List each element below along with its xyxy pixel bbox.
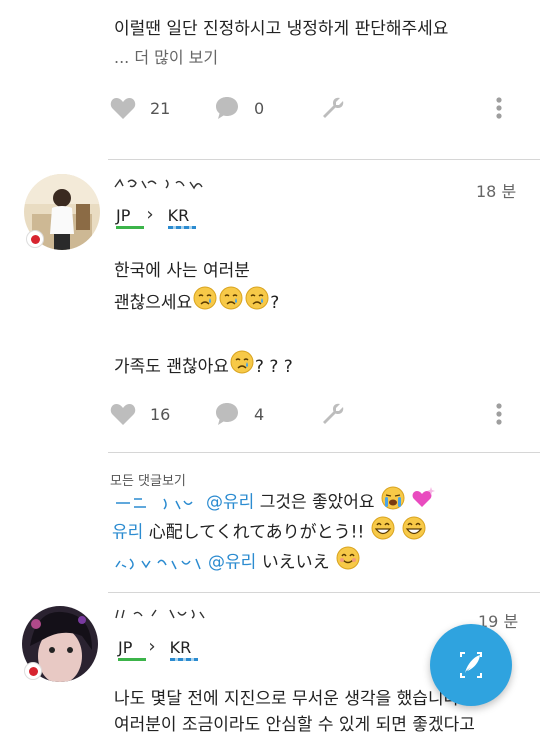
correct-button[interactable] [320,398,346,430]
post-text-line: 여러분이 조금이라도 안심할 수 있게 되면 좋겠다고 [114,715,475,735]
crying-face-icon [230,350,254,384]
smiling-face-icon [336,546,360,579]
comment-text: 그것은 좋았어요 [259,492,375,513]
post-text-segment: ? ? ? [254,357,293,377]
wrench-icon [323,97,344,118]
comment-text: 心配してくれてありがとう!! [148,522,365,543]
native-language-bar [118,658,146,661]
more-link[interactable]: ... 더 많이 보기 [114,44,514,68]
more-vertical-icon [496,97,502,119]
comment-item[interactable]: 유리 心配してくれてありがとう!! [112,516,427,549]
compose-quill-icon [460,652,482,678]
crying-face-icon [193,286,217,320]
native-language: JP [118,638,146,661]
learning-language-bar [167,226,196,229]
like-count: 16 [150,404,171,424]
post-text-line: 가족도 괜찮아요 ? ? ? [114,350,293,384]
post-text-line: 나도 몇달 전에 지진으로 무서운 생각을 했습니다 [114,689,460,709]
chevron-right-icon: › [146,204,154,225]
post-text: 이럴땐 일단 진정하시고 냉정하게 판단해주세요 [114,19,449,39]
comment-item[interactable]: @유리 いえいえ [112,546,361,579]
compose-button[interactable] [430,624,512,706]
comment-icon [216,97,238,119]
correct-button[interactable] [320,92,346,124]
like-count: 21 [150,98,171,118]
post-time: 18 분 [476,182,517,201]
heart-icon [110,404,136,425]
comment-icon [216,403,238,425]
heart-icon [110,98,136,119]
native-language-bar [116,226,144,229]
commenter-name[interactable]: 유리 [112,523,143,543]
post-text-segment: ? [270,293,280,313]
comment-button[interactable]: 4 [214,398,264,430]
post-text-line: 한국에 사는 여러분 [114,261,250,281]
wrench-icon [323,403,344,424]
learning-language-label: KR [169,638,192,657]
comment-mention[interactable]: @유리 [206,493,254,513]
country-flag-icon [24,662,42,680]
post-actions: 16 4 [110,398,520,430]
divider [108,159,540,160]
divider [108,592,540,593]
comment-count: 0 [254,98,265,118]
divider [108,452,540,453]
learning-language: KR [169,638,198,661]
username-scribble[interactable] [112,604,212,624]
more-vertical-icon [496,403,502,425]
country-flag-icon [26,230,44,248]
post-content: 나도 몇달 전에 지진으로 무서운 생각을 했습니다 여러분이 조금이라도 안심… [114,686,475,736]
grinning-face-icon [402,516,426,549]
native-language-label: JP [118,638,133,657]
learning-language-label: KR [167,206,190,225]
comment-text: いえいえ [261,552,330,573]
comment-button[interactable]: 0 [214,92,264,124]
more-options-button[interactable] [495,92,503,124]
comment-mention[interactable]: @유리 [208,553,256,573]
sparkling-heart-icon [412,486,436,519]
native-language: JP [116,206,144,229]
post-content: 한국에 사는 여러분 괜찮으세요? 가족도 괜찮아요 ? ? ? [114,256,293,384]
post-actions: 21 0 [110,92,520,124]
like-button[interactable]: 16 [110,398,170,430]
post-body: 이럴땐 일단 진정하시고 냉정하게 판단해주세요 ... 더 많이 보기 [114,16,514,68]
crying-face-icon [219,286,243,320]
comment-count: 4 [254,404,265,424]
post-text-segment: 가족도 괜찮아요 [114,357,229,377]
loudly-crying-face-icon [381,486,405,519]
post-text-line: 괜찮으세요? [114,286,293,320]
username-scribble[interactable] [112,174,212,194]
more-options-button[interactable] [495,398,503,430]
post-text-segment: 괜찮으세요 [114,293,193,313]
commenter-scribble [116,497,193,510]
language-pair: JP › KR [116,204,196,229]
chevron-right-icon: › [148,636,156,657]
language-pair: JP › KR [118,636,198,661]
crying-face-icon [245,286,269,320]
comment-item[interactable]: @유리 그것은 좋았어요 [112,486,437,519]
learning-language-bar [169,658,198,661]
like-button[interactable]: 21 [110,92,170,124]
learning-language: KR [167,206,196,229]
feed: 이럴땐 일단 진정하시고 냉정하게 판단해주세요 ... 더 많이 보기 21 … [0,0,540,736]
native-language-label: JP [116,206,131,225]
grinning-face-icon [371,516,395,549]
commenter-scribble [115,557,201,570]
